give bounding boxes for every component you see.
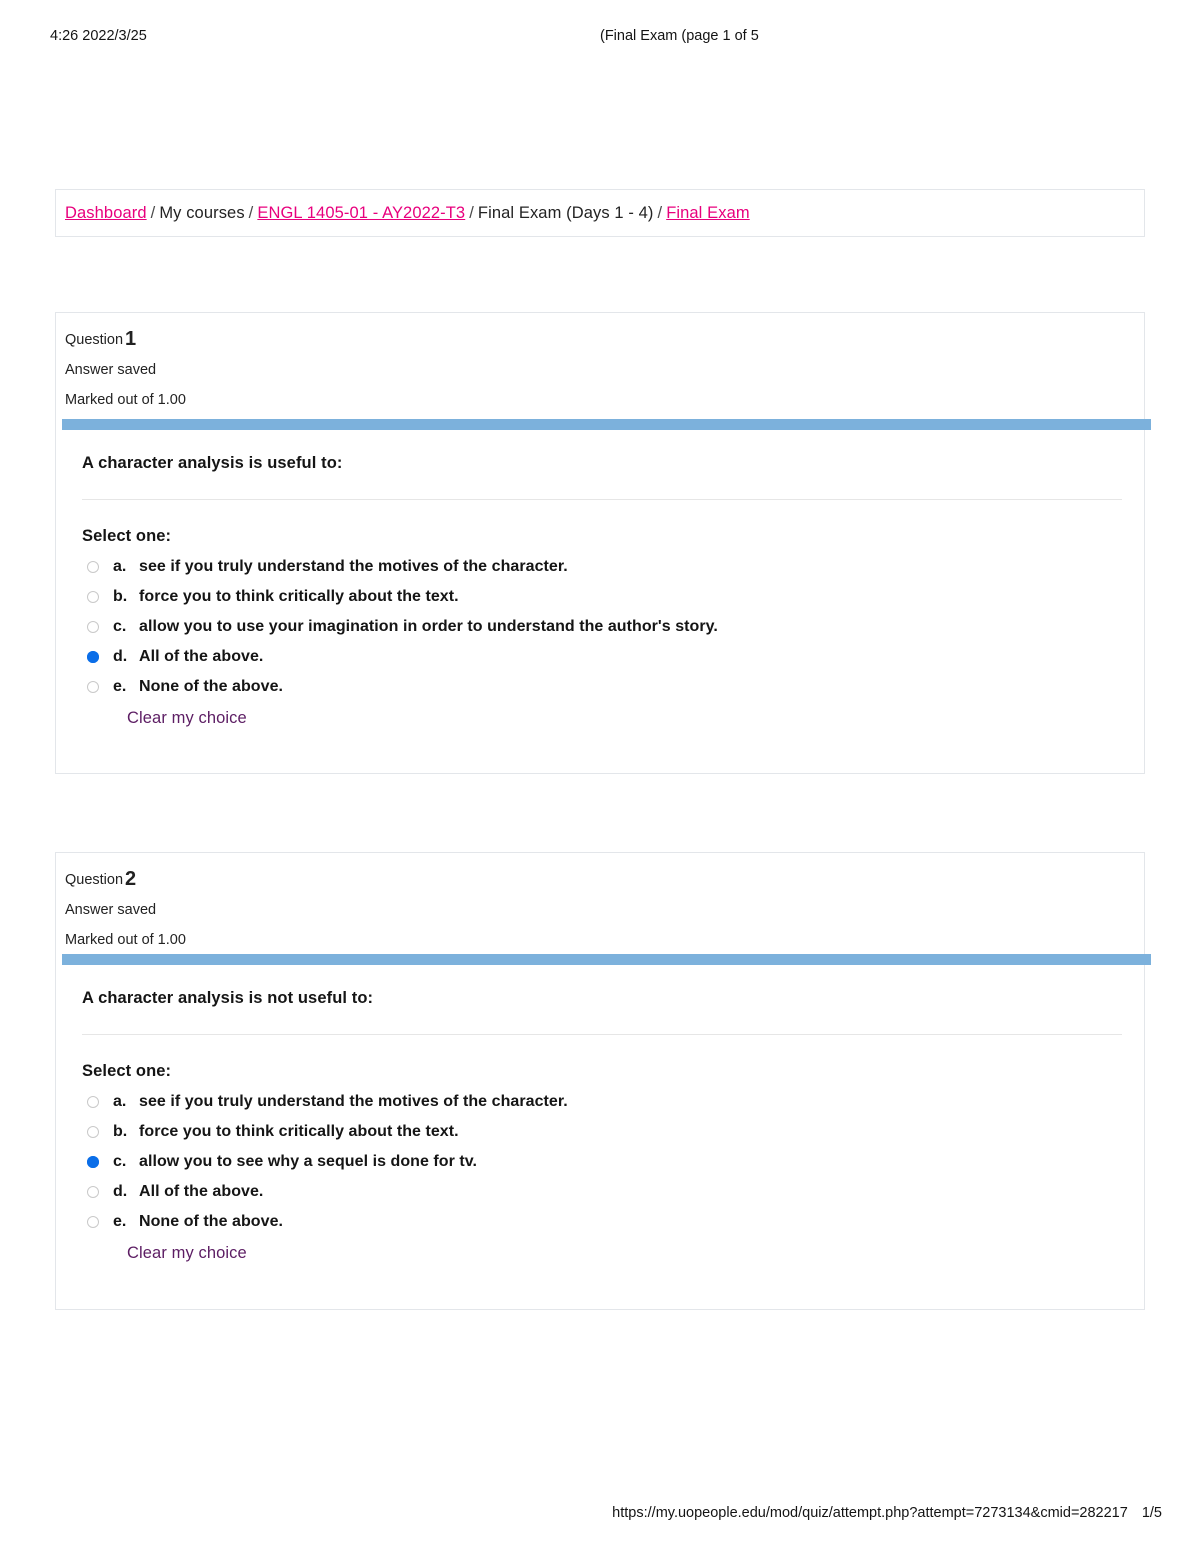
- print-header-timestamp: ‎4:26 2022/3/25: [50, 28, 147, 44]
- question-body: A character analysis is useful to: Selec…: [82, 453, 1125, 728]
- answer-option[interactable]: e. None of the above.: [82, 675, 1125, 705]
- answer-option-letter: d.: [113, 648, 128, 665]
- answer-option-letter: a.: [113, 1093, 127, 1110]
- question-card: Question 2 Answer saved Marked out of 1.0…: [55, 852, 1151, 1310]
- answer-option-letter: e.: [113, 1213, 127, 1230]
- radio-selected-icon[interactable]: [87, 651, 99, 663]
- question-number: Question 2: [65, 868, 1144, 890]
- answer-option-letter: b.: [113, 588, 128, 605]
- question-text: A character analysis is not useful to:: [82, 989, 374, 1007]
- answer-options-list: a. see if you truly understand the motive…: [82, 1090, 1125, 1240]
- answer-option-letter: d.: [113, 1183, 128, 1200]
- answer-option-label: All of the above.: [139, 648, 264, 665]
- question-number-value: 1: [125, 328, 137, 350]
- page-content: Dashboard / My courses / ENGL 1405-01 - AY20…: [55, 189, 1151, 1310]
- answer-option-letter: c.: [113, 1153, 127, 1170]
- breadcrumb-separator: /: [248, 204, 254, 222]
- radio-unselected-icon[interactable]: [87, 1096, 99, 1108]
- question-marks: Marked out of 1.00: [65, 392, 186, 408]
- question-number-value: 2: [125, 868, 137, 890]
- answer-option-letter: b.: [113, 1123, 128, 1140]
- answer-option-label: force you to think critically about the …: [139, 1123, 459, 1140]
- radio-unselected-icon[interactable]: [87, 1216, 99, 1228]
- clear-my-choice-link[interactable]: Clear my choice: [127, 709, 247, 728]
- answer-option-letter: c.: [113, 618, 127, 635]
- breadcrumb-item-1[interactable]: Dashboard: [65, 204, 147, 222]
- breadcrumb-separator: /: [657, 204, 663, 222]
- answer-option[interactable]: d. All of the above.: [82, 645, 1125, 675]
- answer-option-label: see if you truly understand the motives …: [139, 1093, 568, 1110]
- breadcrumb-separator: /: [469, 204, 474, 222]
- select-one-label: Select one:: [82, 527, 172, 545]
- radio-unselected-icon[interactable]: [87, 681, 99, 693]
- print-header: ‎4:26 2022/3/25 (Final Exam (page 1 of 5: [0, 28, 1200, 48]
- answer-options-list: a. see if you truly understand the motive…: [82, 555, 1125, 705]
- question-status: Answer saved: [65, 902, 157, 918]
- answer-option-label: allow you to see why a sequel is done fo…: [139, 1153, 478, 1170]
- radio-unselected-icon[interactable]: [87, 591, 99, 603]
- breadcrumb-item-3[interactable]: ENGL 1405-01 - AY2022-T3: [257, 204, 465, 222]
- answer-option-letter: a.: [113, 558, 127, 575]
- question-status: Answer saved: [65, 362, 157, 378]
- breadcrumb-item-4: Final Exam (Days 1 - 4): [477, 204, 654, 222]
- divider: [82, 499, 1122, 500]
- answer-option[interactable]: d. All of the above.: [82, 1180, 1125, 1210]
- breadcrumb-item-2: My courses: [159, 204, 245, 222]
- question-card: Question 1 Answer saved Marked out of 1.0…: [55, 312, 1151, 774]
- print-footer: https://my.uopeople.edu/mod/quiz/attempt…: [0, 1505, 1200, 1525]
- question-info: Question 2 Answer saved Marked out of 1.0…: [56, 853, 1144, 949]
- answer-option[interactable]: c. allow you to see why a sequel is done …: [82, 1150, 1125, 1180]
- answer-option[interactable]: e. None of the above.: [82, 1210, 1125, 1240]
- question-number-label: Question: [65, 332, 124, 348]
- print-footer-page: 1/5: [1141, 1505, 1162, 1521]
- question-accent-bar: [62, 954, 1151, 965]
- question-number-label: Question: [65, 872, 124, 888]
- radio-unselected-icon[interactable]: [87, 561, 99, 573]
- print-header-title: (Final Exam (page 1 of 5: [600, 28, 759, 44]
- breadcrumb-separator: /: [150, 204, 156, 222]
- answer-option[interactable]: c. allow you to use your imagination in o…: [82, 615, 1125, 645]
- breadcrumb-bar: Dashboard / My courses / ENGL 1405-01 - AY20…: [55, 189, 1145, 237]
- answer-option-label: None of the above.: [139, 678, 284, 695]
- question-body: A character analysis is not useful to: S…: [82, 988, 1125, 1263]
- answer-option-label: All of the above.: [139, 1183, 264, 1200]
- question-number: Question 1: [65, 328, 1144, 350]
- clear-choice-row: Clear my choice: [82, 1244, 1125, 1263]
- answer-option-label: allow you to use your imagination in ord…: [139, 618, 718, 635]
- answer-option-label: None of the above.: [139, 1213, 284, 1230]
- breadcrumb: Dashboard / My courses / ENGL 1405-01 - AY20…: [65, 203, 750, 223]
- radio-unselected-icon[interactable]: [87, 1186, 99, 1198]
- print-footer-url: https://my.uopeople.edu/mod/quiz/attempt…: [612, 1505, 1128, 1521]
- question-info: Question 1 Answer saved Marked out of 1.0…: [56, 313, 1144, 409]
- answer-option[interactable]: a. see if you truly understand the motive…: [82, 555, 1125, 585]
- question-marks: Marked out of 1.00: [65, 932, 186, 948]
- radio-unselected-icon[interactable]: [87, 1126, 99, 1138]
- radio-unselected-icon[interactable]: [87, 621, 99, 633]
- answer-option-letter: e.: [113, 678, 127, 695]
- clear-my-choice-link[interactable]: Clear my choice: [127, 1244, 247, 1263]
- answer-option[interactable]: a. see if you truly understand the motive…: [82, 1090, 1125, 1120]
- answer-option-label: see if you truly understand the motives …: [139, 558, 568, 575]
- clear-choice-row: Clear my choice: [82, 709, 1125, 728]
- radio-selected-icon[interactable]: [87, 1156, 99, 1168]
- answer-option[interactable]: b. force you to think critically about th…: [82, 1120, 1125, 1150]
- answer-option[interactable]: b. force you to think critically about th…: [82, 585, 1125, 615]
- question-text: A character analysis is useful to:: [82, 454, 343, 472]
- breadcrumb-item-5[interactable]: Final Exam: [666, 204, 750, 222]
- question-accent-bar: [62, 419, 1151, 430]
- select-one-label: Select one:: [82, 1062, 172, 1080]
- divider: [82, 1034, 1122, 1035]
- answer-option-label: force you to think critically about the …: [139, 588, 459, 605]
